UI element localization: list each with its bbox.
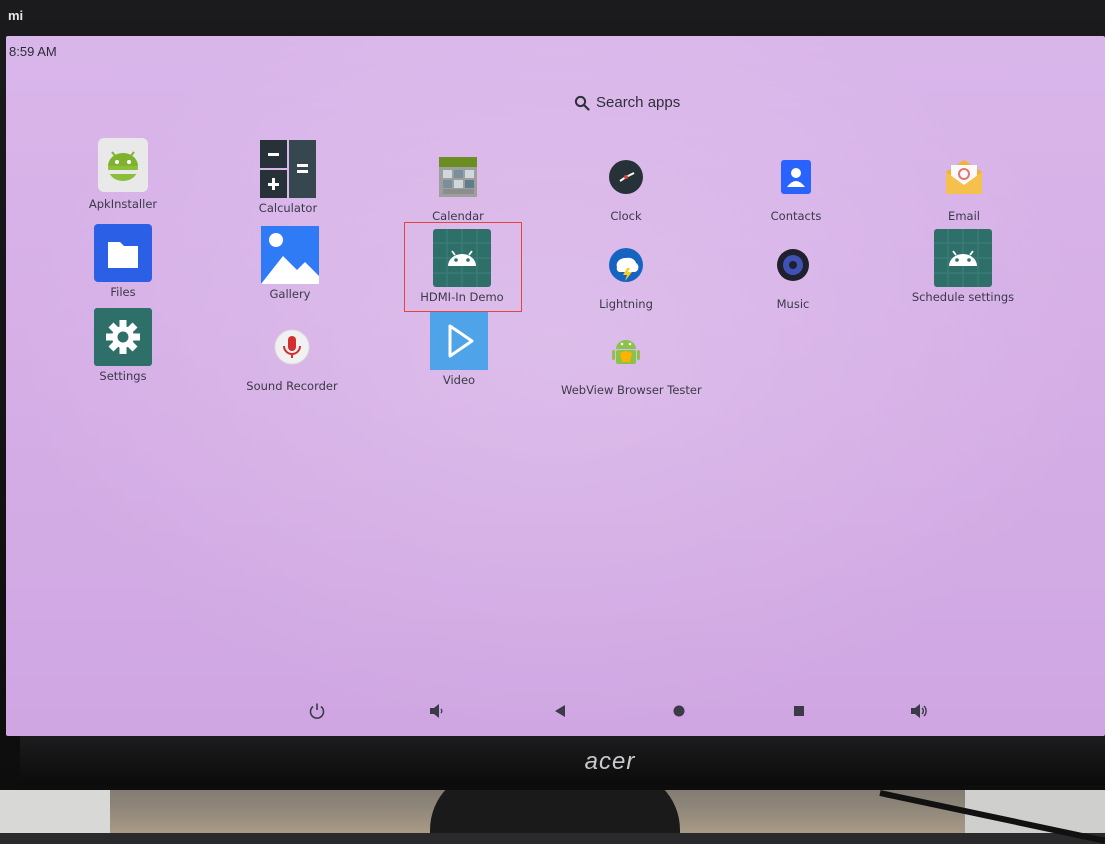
app-music[interactable]: Music (728, 236, 858, 311)
app-label: Gallery (269, 287, 311, 301)
app-calculator[interactable]: Calculator (223, 140, 353, 215)
app-label: Schedule settings (911, 290, 1015, 304)
play-icon (430, 312, 488, 370)
app-label: Calendar (432, 209, 484, 223)
search-icon (574, 95, 590, 111)
webview-android-icon (597, 322, 655, 380)
app-label: Contacts (770, 209, 822, 223)
app-email[interactable]: Email (899, 148, 1029, 223)
home-icon (673, 705, 685, 717)
app-video[interactable]: Video (394, 312, 524, 387)
app-schedule-settings[interactable]: Schedule settings (898, 229, 1028, 304)
back-icon (555, 705, 565, 717)
files-icon (94, 224, 152, 282)
app-label: Music (776, 297, 810, 311)
android-icon (934, 229, 992, 287)
volume-up-icon (911, 704, 927, 718)
power-icon (309, 703, 325, 719)
app-contacts[interactable]: Contacts (731, 148, 861, 223)
home-button[interactable] (666, 698, 692, 724)
app-label: HDMI-In Demo (420, 290, 504, 304)
app-clock[interactable]: Clock (561, 148, 691, 223)
android-icon (433, 229, 491, 287)
status-clock: 8:59 AM (9, 44, 57, 59)
clock-icon (597, 148, 655, 206)
gallery-icon (261, 226, 319, 284)
app-lightning[interactable]: Lightning (561, 236, 691, 311)
app-label: Settings (99, 369, 147, 383)
app-label: Lightning (599, 297, 653, 311)
app-label: ApkInstaller (88, 197, 158, 211)
apk-installer-icon (94, 136, 152, 194)
volume-up-button[interactable] (906, 698, 932, 724)
app-settings[interactable]: Settings (58, 308, 188, 383)
recents-button[interactable] (786, 698, 812, 724)
microphone-icon (263, 318, 321, 376)
app-apkinstaller[interactable]: ApkInstaller (58, 136, 188, 211)
search-apps-button[interactable]: Search apps (574, 94, 680, 111)
email-icon (935, 148, 993, 206)
corner-label: mi (8, 8, 24, 23)
volume-down-icon (430, 704, 443, 718)
recents-icon (794, 706, 804, 716)
app-label: Files (110, 285, 136, 299)
app-label: Calculator (258, 201, 318, 215)
app-gallery[interactable]: Gallery (225, 226, 355, 301)
app-files[interactable]: Files (58, 224, 188, 299)
app-label: Clock (610, 209, 642, 223)
app-label: Email (948, 209, 980, 223)
search-apps-label: Search apps (596, 94, 681, 111)
calendar-icon (429, 148, 487, 206)
power-button[interactable] (304, 698, 330, 724)
settings-gear-icon (94, 308, 152, 366)
app-label: WebView Browser Tester (561, 383, 702, 397)
app-calendar[interactable]: Calendar (393, 148, 523, 223)
app-webview-browser-tester[interactable]: WebView Browser Tester (561, 322, 702, 397)
calculator-icon (259, 140, 317, 198)
app-label: Sound Recorder (246, 379, 338, 393)
monitor-brand-logo: acer (584, 748, 636, 775)
lightning-icon (597, 236, 655, 294)
app-label: Video (442, 373, 476, 387)
music-icon (764, 236, 822, 294)
back-button[interactable] (547, 698, 573, 724)
contacts-icon (767, 148, 825, 206)
volume-down-button[interactable] (424, 698, 450, 724)
android-screen: 8:59 AM Search apps ApkInstaller Calcula… (6, 36, 1105, 736)
app-hdmi-in-demo[interactable]: HDMI-In Demo (397, 229, 527, 304)
app-sound-recorder[interactable]: Sound Recorder (227, 318, 357, 393)
